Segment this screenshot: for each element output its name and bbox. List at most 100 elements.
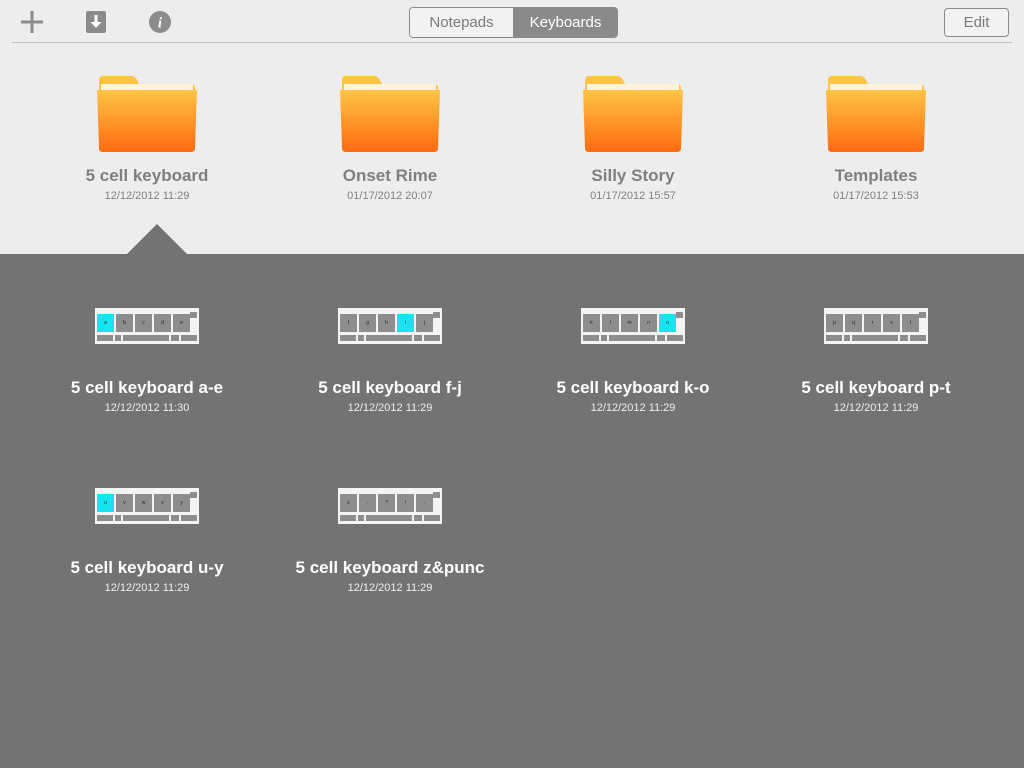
thumbnail-key: a xyxy=(97,314,114,332)
info-icon[interactable]: i xyxy=(147,9,173,35)
tab-notepads[interactable]: Notepads xyxy=(410,8,514,37)
folder-item[interactable]: Templates 01/17/2012 15:53 xyxy=(776,74,976,202)
thumbnail-return-key xyxy=(181,515,197,521)
keyboard-date: 12/12/2012 11:29 xyxy=(347,402,433,414)
thumbnail-keyboard-key xyxy=(900,335,908,341)
tab-keyboards[interactable]: Keyboards xyxy=(514,8,617,37)
keyboard-file-item[interactable]: abcde 5 cell keyboard a-e 12/12/2012 11:30 xyxy=(37,308,257,414)
thumbnail-return-key xyxy=(667,335,683,341)
thumbnail-delete-key xyxy=(340,515,356,521)
notepads-keyboards-segmented-control: Notepads Keyboards xyxy=(409,7,618,38)
folder-contents-panel: abcde 5 cell keyboard a-e 12/12/2012 11:30… xyxy=(0,254,1024,768)
thumbnail-return-key xyxy=(424,335,440,341)
thumbnail-corner xyxy=(433,312,440,318)
thumbnail-key: g xyxy=(359,314,376,332)
keyboard-file-item[interactable]: fghij 5 cell keyboard f-j 12/12/2012 11:29 xyxy=(280,308,500,414)
keyboard-name: 5 cell keyboard k-o xyxy=(556,378,710,397)
keyboard-file-item[interactable]: klmno 5 cell keyboard k-o 12/12/2012 11:29 xyxy=(523,308,743,414)
toolbar: i Notepads Keyboards Edit xyxy=(0,0,1024,43)
keyboard-thumbnail: pqrst xyxy=(824,308,928,344)
thumbnail-key: t xyxy=(902,314,919,332)
thumbnail-delete-key xyxy=(826,335,842,341)
thumbnail-keyboard-key xyxy=(171,515,179,521)
thumbnail-key: x xyxy=(154,494,171,512)
folder-date: 01/17/2012 15:53 xyxy=(833,190,919,202)
folder-name: Onset Rime xyxy=(342,166,438,185)
thumbnail-keyboard-key xyxy=(657,335,665,341)
folder-item[interactable]: Silly Story 01/17/2012 15:57 xyxy=(533,74,733,202)
folder-icon xyxy=(97,76,197,152)
thumbnail-corner xyxy=(676,312,683,318)
keyboard-thumbnail: z.?!, xyxy=(338,488,442,524)
keyboard-date: 12/12/2012 11:29 xyxy=(833,402,919,414)
keyboard-file-item[interactable]: uvwxy 5 cell keyboard u-y 12/12/2012 11:29 xyxy=(37,488,257,594)
keyboard-name: 5 cell keyboard a-e xyxy=(70,378,224,397)
thumbnail-key: k xyxy=(583,314,600,332)
thumbnail-delete-key xyxy=(583,335,599,341)
thumbnail-space-key xyxy=(609,335,655,341)
thumbnail-key: p xyxy=(826,314,843,332)
thumbnail-key: c xyxy=(135,314,152,332)
thumbnail-corner xyxy=(190,492,197,498)
keyboard-file-item[interactable]: z.?!, 5 cell keyboard z&punc 12/12/2012 11… xyxy=(280,488,500,594)
thumbnail-key: i xyxy=(397,314,414,332)
thumbnail-space-key xyxy=(366,335,412,341)
thumbnail-return-key xyxy=(181,335,197,341)
thumbnail-corner xyxy=(433,492,440,498)
thumbnail-space-key xyxy=(123,335,169,341)
folder-icon xyxy=(826,76,926,152)
thumbnail-key: n xyxy=(640,314,657,332)
thumbnail-key: u xyxy=(97,494,114,512)
thumbnail-key: ? xyxy=(378,494,395,512)
thumbnail-key: q xyxy=(845,314,862,332)
thumbnail-key: ! xyxy=(397,494,414,512)
thumbnail-key: r xyxy=(864,314,881,332)
thumbnail-dot-key xyxy=(358,335,364,341)
thumbnail-delete-key xyxy=(340,335,356,341)
thumbnail-key: b xyxy=(116,314,133,332)
thumbnail-key: e xyxy=(173,314,190,332)
thumbnail-key: j xyxy=(416,314,433,332)
keyboard-name: 5 cell keyboard p-t xyxy=(801,378,951,397)
keyboard-date: 12/12/2012 11:30 xyxy=(104,402,190,414)
thumbnail-key: l xyxy=(602,314,619,332)
thumbnail-corner xyxy=(190,312,197,318)
thumbnail-return-key xyxy=(424,515,440,521)
thumbnail-corner xyxy=(919,312,926,318)
folder-item[interactable]: 5 cell keyboard 12/12/2012 11:29 xyxy=(47,74,247,202)
keyboard-thumbnail: abcde xyxy=(95,308,199,344)
keyboard-date: 12/12/2012 11:29 xyxy=(347,582,433,594)
thumbnail-keyboard-key xyxy=(414,515,422,521)
thumbnail-key: m xyxy=(621,314,638,332)
thumbnail-key: y xyxy=(173,494,190,512)
thumbnail-key: o xyxy=(659,314,676,332)
keyboard-thumbnail: klmno xyxy=(581,308,685,344)
keyboard-date: 12/12/2012 11:29 xyxy=(104,582,190,594)
thumbnail-key: h xyxy=(378,314,395,332)
folder-date: 01/17/2012 20:07 xyxy=(347,190,433,202)
thumbnail-key: z xyxy=(340,494,357,512)
keyboard-file-item[interactable]: pqrst 5 cell keyboard p-t 12/12/2012 11:29 xyxy=(766,308,986,414)
edit-button[interactable]: Edit xyxy=(944,8,1009,37)
keyboard-thumbnail: fghij xyxy=(338,308,442,344)
thumbnail-key: , xyxy=(416,494,433,512)
thumbnail-dot-key xyxy=(601,335,607,341)
folder-item[interactable]: Onset Rime 01/17/2012 20:07 xyxy=(290,74,490,202)
folder-name: 5 cell keyboard xyxy=(85,166,209,185)
thumbnail-dot-key xyxy=(358,515,364,521)
keyboard-name: 5 cell keyboard z&punc xyxy=(295,558,485,577)
folder-date: 12/12/2012 11:29 xyxy=(104,190,190,202)
thumbnail-key: s xyxy=(883,314,900,332)
thumbnail-key: v xyxy=(116,494,133,512)
folder-name: Silly Story xyxy=(591,166,675,185)
thumbnail-key: d xyxy=(154,314,171,332)
thumbnail-delete-key xyxy=(97,335,113,341)
keyboard-date: 12/12/2012 11:29 xyxy=(590,402,676,414)
thumbnail-dot-key xyxy=(844,335,850,341)
folder-icon xyxy=(583,76,683,152)
download-icon[interactable] xyxy=(83,9,109,35)
thumbnail-key: f xyxy=(340,314,357,332)
thumbnail-keyboard-key xyxy=(171,335,179,341)
plus-icon[interactable] xyxy=(19,9,45,35)
keyboard-name: 5 cell keyboard u-y xyxy=(70,558,224,577)
